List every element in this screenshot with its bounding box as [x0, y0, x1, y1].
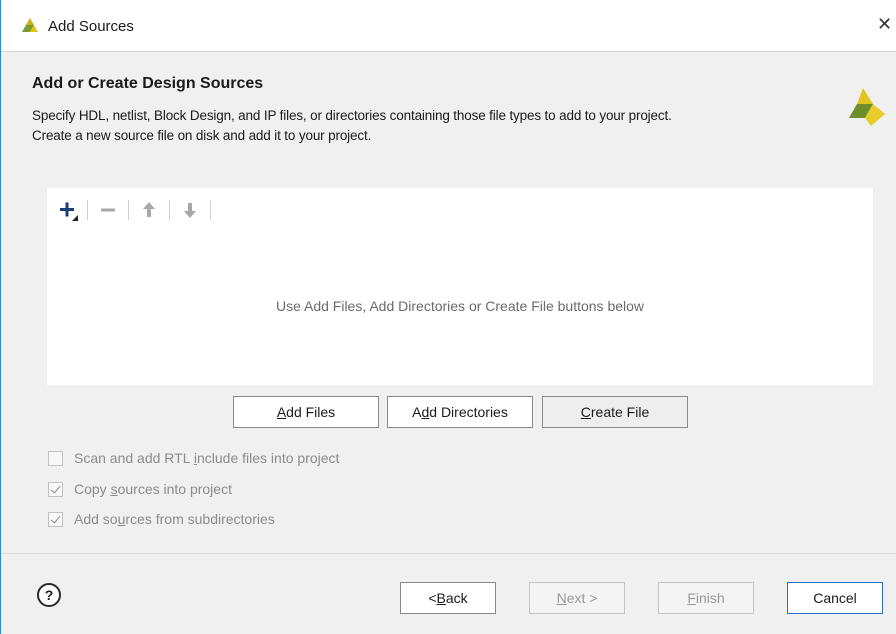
mnemonic-key: C	[580, 404, 591, 420]
wizard-header: Add or Create Design Sources Specify HDL…	[1, 53, 896, 143]
add-subdirectories-checkbox[interactable]	[48, 511, 63, 527]
option-label: Scan and add RTL include files into proj…	[74, 450, 339, 466]
description-line: Specify HDL, netlist, Block Design, and …	[32, 108, 672, 123]
button-label-suffix: ack	[445, 590, 468, 606]
footer-divider	[1, 553, 896, 554]
button-label-prefix: <	[428, 590, 437, 606]
vivado-logo-icon	[849, 88, 885, 126]
option-label: Copy sources into project	[74, 481, 232, 497]
cancel-button[interactable]: Cancel	[787, 582, 883, 614]
toolbar-divider	[128, 200, 129, 220]
option-label-suffix: nclude files into project	[197, 450, 340, 466]
button-label-suffix: ext >	[566, 590, 598, 606]
mnemonic-key: s	[110, 481, 118, 497]
help-icon[interactable]: ?	[37, 583, 61, 607]
button-label-suffix: reate File	[590, 404, 650, 420]
mnemonic-key: B	[436, 590, 446, 606]
button-label-suffix: d Directories	[429, 404, 508, 420]
scan-rtl-include-option: Scan and add RTL include files into proj…	[48, 450, 339, 466]
button-label-prefix: A	[412, 404, 422, 420]
back-button[interactable]: < Back	[400, 582, 496, 614]
option-label-prefix: Copy	[74, 481, 111, 497]
page-title: Add or Create Design Sources	[32, 75, 264, 92]
option-label-prefix: Add so	[74, 511, 118, 527]
add-subdirectories-option: Add sources from subdirectories	[48, 511, 275, 527]
option-label-suffix: rces from subdirectories	[125, 511, 275, 527]
add-sources-dialog: Add Sources ✕ Add or Create Design Sourc…	[0, 0, 896, 634]
file-list-toolbar	[55, 196, 219, 224]
scan-rtl-include-checkbox[interactable]	[48, 450, 63, 466]
empty-list-message: Use Add Files, Add Directories or Create…	[275, 298, 645, 314]
vivado-app-icon	[22, 18, 38, 32]
option-label-prefix: Scan and add RTL	[74, 450, 194, 466]
move-down-icon[interactable]	[178, 198, 202, 222]
finish-button[interactable]: Finish	[658, 582, 754, 614]
option-label-suffix: ources into project	[117, 481, 232, 497]
copy-sources-checkbox[interactable]	[48, 481, 63, 497]
copy-sources-option: Copy sources into project	[48, 481, 232, 497]
mnemonic-key: A	[276, 404, 287, 420]
description-line: Create a new source file on disk and add…	[32, 128, 372, 143]
button-label-suffix: dd Files	[286, 404, 336, 420]
move-up-icon[interactable]	[137, 198, 161, 222]
button-label-suffix: inish	[695, 590, 725, 606]
create-file-button[interactable]: Create File	[542, 396, 688, 428]
mnemonic-key: d	[421, 404, 430, 420]
window-title: Add Sources	[48, 18, 134, 35]
page-description: Specify HDL, netlist, Block Design, and …	[32, 106, 672, 146]
title-bar: Add Sources ✕	[1, 0, 896, 52]
toolbar-divider	[87, 200, 88, 220]
remove-icon[interactable]	[96, 198, 120, 222]
add-directories-button[interactable]: Add Directories	[387, 396, 533, 428]
toolbar-divider	[210, 200, 211, 220]
add-files-button[interactable]: Add Files	[233, 396, 379, 428]
close-icon[interactable]: ✕	[877, 14, 896, 36]
next-button[interactable]: Next >	[529, 582, 625, 614]
option-label: Add sources from subdirectories	[74, 511, 275, 527]
toolbar-divider	[169, 200, 170, 220]
source-file-list[interactable]: Use Add Files, Add Directories or Create…	[47, 188, 873, 385]
mnemonic-key: N	[556, 590, 567, 606]
mnemonic-key: F	[687, 590, 696, 606]
add-icon[interactable]	[55, 198, 79, 222]
